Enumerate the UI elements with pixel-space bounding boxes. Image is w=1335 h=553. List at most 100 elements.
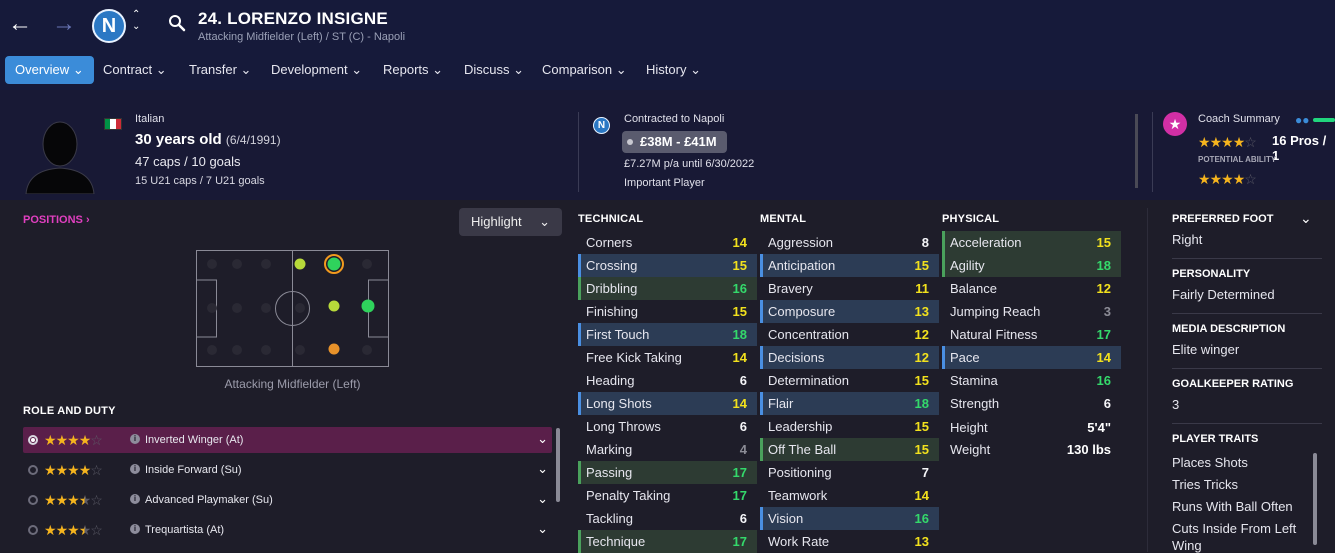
chevron-down-icon[interactable]: ⌄ (537, 461, 548, 477)
attribute-row[interactable]: Corners 14 (578, 231, 757, 254)
arrow-left-icon[interactable]: ← (8, 10, 32, 38)
chevron-up-down-icon[interactable]: ⌃ ⌄ (132, 9, 140, 33)
attribute-row[interactable]: Off The Ball 15 (760, 438, 939, 461)
attribute-name: Anticipation (768, 258, 836, 273)
role-row[interactable]: ★★★★☆ i Inside Forward (Su) ⌄ (23, 457, 552, 483)
tab-discuss[interactable]: Discuss ⌄ (454, 56, 534, 84)
attribute-name: Leadership (768, 419, 833, 434)
attribute-row[interactable]: Penalty Taking 17 (578, 484, 757, 507)
role-stars: ★★★★☆ (44, 522, 103, 539)
attribute-row[interactable]: Crossing 15 (578, 254, 757, 277)
radio-button[interactable] (28, 435, 38, 445)
tab-transfer[interactable]: Transfer ⌄ (179, 56, 261, 84)
traits-scrollbar[interactable] (1313, 453, 1317, 545)
attribute-row[interactable]: Composure 13 (760, 300, 939, 323)
star-full: ★ (55, 492, 69, 508)
transfer-value[interactable]: £38M - £41M (622, 131, 727, 153)
attribute-row[interactable]: Marking 4 (578, 438, 757, 461)
highlight-dropdown[interactable]: Highlight ⌄ (459, 208, 562, 236)
role-row[interactable]: ★★★★☆ i Trequartista (At) ⌄ (23, 517, 552, 543)
radio-button[interactable] (28, 525, 38, 535)
attribute-row[interactable]: Aggression 8 (760, 231, 939, 254)
positions-link[interactable]: POSITIONS › (23, 214, 90, 226)
divider (1172, 313, 1322, 314)
info-icon[interactable]: i (130, 524, 140, 534)
player-name: 24. LORENZO INSIGNE (198, 9, 388, 28)
chevron-down-icon: ⌄ (72, 62, 84, 77)
tab-contract[interactable]: Contract ⌄ (93, 56, 177, 84)
tab-overview[interactable]: Overview ⌄ (5, 56, 94, 84)
attribute-row[interactable]: Dribbling 16 (578, 277, 757, 300)
attribute-value: 15 (914, 419, 929, 434)
info-icon[interactable]: i (130, 434, 140, 444)
attribute-row[interactable]: Passing 17 (578, 461, 757, 484)
club-badge[interactable]: N (92, 9, 126, 43)
radio-button[interactable] (28, 465, 38, 475)
star-full: ★ (44, 492, 57, 508)
tab-reports[interactable]: Reports ⌄ (373, 56, 453, 84)
roles-scrollbar[interactable] (556, 428, 560, 502)
attribute-row[interactable]: Flair 18 (760, 392, 939, 415)
role-name: Inverted Winger (At) (145, 434, 244, 446)
technical-title: TECHNICAL (578, 213, 644, 225)
role-row[interactable]: ★★★★☆ i Inverted Winger (At) ⌄ (23, 427, 552, 453)
attribute-row[interactable]: Long Throws 6 (578, 415, 757, 438)
italy-flag-icon (104, 118, 122, 130)
divider (1172, 368, 1322, 369)
info-icon[interactable]: i (130, 464, 140, 474)
attribute-row[interactable]: Balance 12 (942, 277, 1121, 300)
attribute-row[interactable]: Stamina 16 (942, 369, 1121, 392)
attribute-row[interactable]: Decisions 12 (760, 346, 939, 369)
chevron-down-icon[interactable]: ⌄ (537, 431, 548, 447)
attribute-row[interactable]: Technique 17 (578, 530, 757, 553)
attribute-row[interactable]: Anticipation 15 (760, 254, 939, 277)
attribute-row[interactable]: Tackling 6 (578, 507, 757, 530)
attribute-row[interactable]: Acceleration 15 (942, 231, 1121, 254)
attribute-value: 11 (915, 281, 929, 296)
attribute-row[interactable]: Jumping Reach 3 (942, 300, 1121, 323)
search-icon[interactable] (168, 14, 186, 32)
attribute-value: 12 (914, 327, 929, 342)
info-icon[interactable]: i (130, 494, 140, 504)
role-row[interactable]: ★★★★☆ i Advanced Playmaker (Su) ⌄ (23, 487, 552, 513)
attribute-row[interactable]: Heading 6 (578, 369, 757, 392)
attribute-name: Penalty Taking (586, 488, 671, 503)
potential-ability-label: POTENTIAL ABILITY (1198, 155, 1277, 164)
attribute-row[interactable]: Determination 15 (760, 369, 939, 392)
chevron-down-icon[interactable]: ⌄ (537, 491, 548, 507)
chevron-down-icon[interactable]: ⌄ (537, 521, 548, 537)
tab-development[interactable]: Development ⌄ (261, 56, 372, 84)
attribute-row[interactable]: Natural Fitness 17 (942, 323, 1121, 346)
attribute-row[interactable]: Strength 6 (942, 392, 1121, 415)
attribute-row[interactable]: Agility 18 (942, 254, 1121, 277)
attribute-row[interactable]: Bravery 11 (760, 277, 939, 300)
binoculars-icon[interactable]: ●● (1295, 113, 1310, 127)
scrollbar[interactable] (1135, 114, 1138, 188)
star-full: ★ (44, 462, 57, 478)
attribute-value: 15 (914, 373, 929, 388)
attribute-row[interactable]: Concentration 12 (760, 323, 939, 346)
attribute-row[interactable]: Pace 14 (942, 346, 1121, 369)
trait-item: Tries Tricks (1172, 477, 1238, 492)
position-dot (361, 299, 375, 313)
star-icon: ★ (1163, 112, 1187, 136)
attribute-row[interactable]: First Touch 18 (578, 323, 757, 346)
tab-history[interactable]: History ⌄ (636, 56, 711, 84)
attribute-row[interactable]: Work Rate 13 (760, 530, 939, 553)
star-empty: ☆ (90, 522, 103, 538)
arrow-right-icon[interactable]: → (52, 10, 76, 38)
tab-comparison[interactable]: Comparison ⌄ (532, 56, 637, 84)
attribute-row[interactable]: Leadership 15 (760, 415, 939, 438)
attribute-row[interactable]: Finishing 15 (578, 300, 757, 323)
attribute-row[interactable]: Long Shots 14 (578, 392, 757, 415)
star-full: ★ (1232, 171, 1246, 187)
star-empty: ☆ (90, 432, 103, 448)
attribute-value: 6 (1103, 396, 1111, 411)
attribute-row[interactable]: Positioning 7 (760, 461, 939, 484)
attribute-row[interactable]: Teamwork 14 (760, 484, 939, 507)
star-full: ★ (1209, 134, 1223, 150)
attribute-row[interactable]: Free Kick Taking 14 (578, 346, 757, 369)
chevron-down-icon[interactable]: ⌄ (1300, 210, 1312, 227)
radio-button[interactable] (28, 495, 38, 505)
attribute-row[interactable]: Vision 16 (760, 507, 939, 530)
